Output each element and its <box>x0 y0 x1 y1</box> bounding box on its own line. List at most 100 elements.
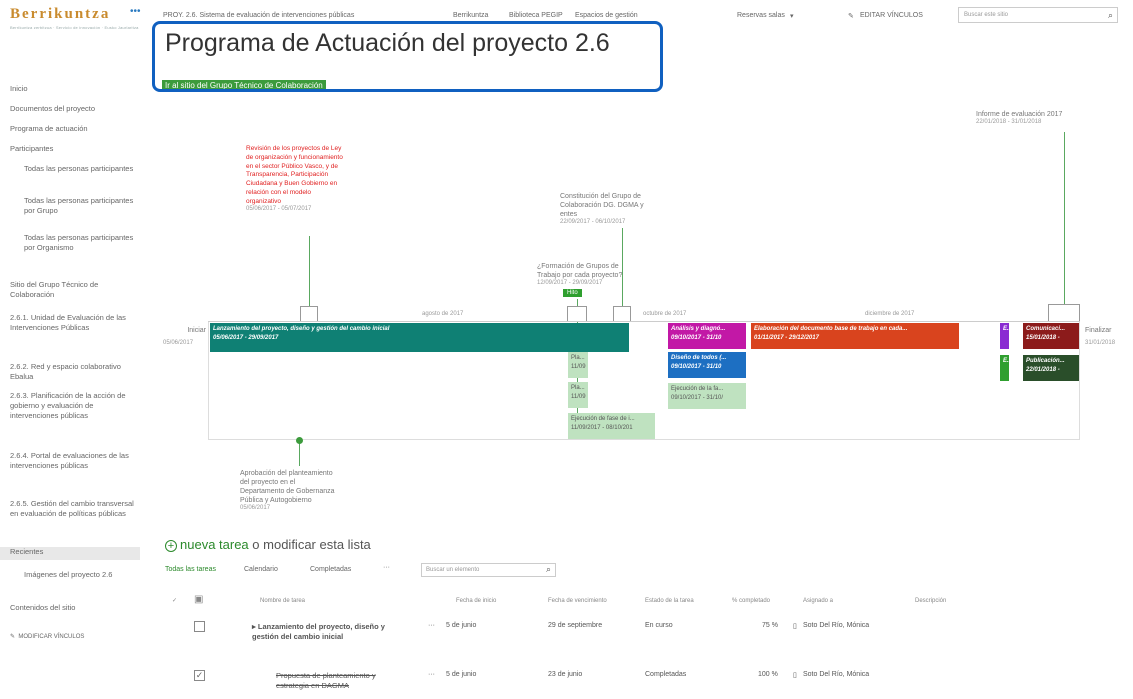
nav-sub-todas[interactable]: Todas las personas participantes <box>24 164 134 174</box>
row-checkbox-checked[interactable]: ✓ <box>194 670 205 681</box>
site-search-placeholder: Buscar este sitio <box>964 12 1009 18</box>
top-nav-item-project[interactable]: PROY. 2.6. Sistema de evaluación de inte… <box>163 12 354 19</box>
nav-item-261[interactable]: 2.6.1. Unidad de Evaluación de las Inter… <box>10 313 135 333</box>
edit-links-top[interactable]: EDITAR VÍNCULOS <box>860 12 923 19</box>
task-bar-diseno[interactable]: Diseño de todos (... 09/10/2017 - 31/10 <box>668 352 746 378</box>
chevron-down-icon[interactable]: ▾ <box>790 12 794 20</box>
task-bar-pla-1-date: 11/09 <box>571 363 586 370</box>
search-icon[interactable]: ⌕ <box>546 564 551 575</box>
logo-text: Berrikuntza <box>10 6 111 22</box>
task-bar-pla-2-date: 11/09 <box>571 393 586 400</box>
task-due: 29 de septiembre <box>548 622 603 629</box>
find-item-placeholder: Buscar un elemento <box>426 567 480 573</box>
callout-aprobacion[interactable]: Aprobación del planteamiento del proyect… <box>240 469 335 513</box>
top-nav-item-berrikuntza[interactable]: Berrikuntza <box>453 12 488 19</box>
month-diciembre: diciembre de 2017 <box>865 311 915 317</box>
callout-constitucion-title: Constitución del Grupo de Colaboración D… <box>560 193 644 219</box>
task-bar-pla-2[interactable]: Pla... 11/09 <box>568 382 588 408</box>
callout-informe[interactable]: Informe de evaluación 2017 22/01/2018 - … <box>976 110 1086 127</box>
callout-constitucion[interactable]: Constitución del Grupo de Colaboración D… <box>560 192 660 227</box>
hito-badge[interactable]: Hito <box>563 289 582 297</box>
task-bar-comunicacion[interactable]: Comunicaci... 15/01/2018 - <box>1023 323 1079 349</box>
task-pct: 100 % <box>758 671 778 678</box>
callout-informe-title: Informe de evaluación 2017 <box>976 111 1063 118</box>
presence-icon: ▯ <box>793 623 797 630</box>
callout-revision[interactable]: Revisión de los proyectos de Ley de orga… <box>246 145 346 212</box>
task-name[interactable]: ▸ Lanzamiento del proyecto, diseño y ges… <box>252 622 402 642</box>
timeline-start: Iniciar <box>178 326 206 335</box>
task-list-icon: ▣ <box>194 594 204 605</box>
task-bar-publicacion-date: 22/01/2018 - <box>1026 366 1060 373</box>
col-descripcion[interactable]: Descripción <box>915 598 946 604</box>
task-assigned[interactable]: Soto Del Río, Mónica <box>803 622 869 629</box>
top-nav-item-reservas[interactable]: Reservas salas <box>737 12 785 19</box>
task-start: 5 de junio <box>446 622 477 629</box>
site-logo[interactable]: Berrikuntza ••• Berrikuntza zerbitzua · … <box>10 6 150 40</box>
task-assigned[interactable]: Soto Del Río, Mónica <box>803 671 869 678</box>
task-bar-publicacion-title: Publicación... <box>1026 358 1065 364</box>
nav-item-264[interactable]: 2.6.4. Portal de evaluaciones de las int… <box>10 451 135 471</box>
col-nombre[interactable]: Nombre de tarea <box>260 598 305 604</box>
nav-sub-imagenes[interactable]: Imágenes del proyecto 2.6 <box>24 570 134 580</box>
callout-revision-date: 05/06/2017 - 05/07/2017 <box>246 206 312 213</box>
nav-item-262[interactable]: 2.6.2. Red y espacio colaborativo Ebalua <box>10 362 135 382</box>
task-bar-analisis-date: 09/10/2017 - 31/10 <box>671 334 722 341</box>
view-calendario[interactable]: Calendario <box>244 566 278 573</box>
nav-edit-links[interactable]: ✎ MODIFICAR VÍNCULOS <box>10 633 84 641</box>
task-status: En curso <box>645 622 673 629</box>
callout-informe-date: 22/01/2018 - 31/01/2018 <box>976 119 1042 126</box>
task-bar-analisis[interactable]: Análisis y diagnó... 09/10/2017 - 31/10 <box>668 323 746 349</box>
task-bar-elaboracion[interactable]: Elaboración del documento base de trabaj… <box>751 323 959 349</box>
search-icon[interactable]: ⌕ <box>1108 10 1113 21</box>
nav-item-grupo-tecnico[interactable]: Sitio del Grupo Técnico de Colaboración <box>10 280 135 300</box>
task-bar-lanzamiento[interactable]: Lanzamiento del proyecto, diseño y gesti… <box>210 323 629 352</box>
task-bar-ejecucion-b-title: Ejecución de fase de i... <box>571 416 635 422</box>
nav-item-263[interactable]: 2.6.3. Planificación de la acción de gob… <box>10 391 135 421</box>
col-estado[interactable]: Estado de la tarea <box>645 598 694 604</box>
month-agosto: agosto de 2017 <box>422 311 464 317</box>
nav-item-documentos[interactable]: Documentos del proyecto <box>10 104 95 114</box>
view-completadas[interactable]: Completadas <box>310 566 351 573</box>
task-bar-elaboracion-date: 01/11/2017 - 29/12/2017 <box>754 334 819 341</box>
select-all-check[interactable]: ✓ <box>172 597 177 604</box>
view-todas[interactable]: Todas las tareas <box>165 566 216 573</box>
task-bar-pla-1[interactable]: Pla... 11/09 <box>568 352 588 378</box>
row-checkbox[interactable] <box>194 621 205 632</box>
task-bar-e-green[interactable]: E... <box>1000 355 1009 381</box>
task-bar-ejecucion-a-date: 09/10/2017 - 31/10/ <box>671 394 724 401</box>
callout-formacion[interactable]: ¿Formación de Grupos de Trabajo por cada… <box>537 262 637 288</box>
col-pct[interactable]: % completado <box>732 598 770 604</box>
task-bar-e-purple[interactable]: E... <box>1000 323 1009 349</box>
top-nav-item-biblioteca[interactable]: Biblioteca PEGIP <box>509 12 563 19</box>
nav-sub-organismo[interactable]: Todas las personas participantes por Org… <box>24 233 134 253</box>
nav-item-inicio[interactable]: Inicio <box>10 84 28 94</box>
nav-item-programa[interactable]: Programa de actuación <box>10 124 88 134</box>
nav-item-265[interactable]: 2.6.5. Gestión del cambio transversal en… <box>10 499 135 519</box>
callout-constitucion-date: 22/09/2017 - 06/10/2017 <box>560 219 626 226</box>
task-name-text[interactable]: Propuesta de planteamiento y estrategia … <box>276 671 406 691</box>
nav-item-participantes[interactable]: Participantes <box>10 144 53 154</box>
col-vencimiento[interactable]: Fecha de vencimiento <box>548 598 607 604</box>
task-bar-comunicacion-title: Comunicaci... <box>1026 326 1066 332</box>
site-search-input[interactable]: Buscar este sitio ⌕ <box>958 7 1118 23</box>
view-more[interactable]: ··· <box>383 564 390 571</box>
nav-item-contenidos[interactable]: Contenidos del sitio <box>10 603 75 613</box>
col-inicio[interactable]: Fecha de inicio <box>456 598 496 604</box>
new-task-link[interactable]: + nueva tarea o modificar esta lista <box>165 537 371 552</box>
row-menu[interactable]: ··· <box>428 671 435 678</box>
task-bar-publicacion[interactable]: Publicación... 22/01/2018 - <box>1023 355 1079 381</box>
find-item-input[interactable]: Buscar un elemento ⌕ <box>421 563 556 577</box>
callout-formacion-title: ¿Formación de Grupos de Trabajo por cada… <box>537 263 623 280</box>
month-octubre: octubre de 2017 <box>643 311 687 317</box>
milestone-dot[interactable] <box>296 437 303 444</box>
task-bar-ejecucion-a[interactable]: Ejecución de la fa... 09/10/2017 - 31/10… <box>668 383 746 409</box>
row-menu[interactable]: ··· <box>428 622 435 629</box>
top-nav-item-espacios[interactable]: Espacios de gestión <box>575 12 638 19</box>
col-asignado[interactable]: Asignado a <box>803 598 833 604</box>
nav-sub-grupo[interactable]: Todas las personas participantes por Gru… <box>24 196 134 216</box>
nav-item-recientes[interactable]: Recientes <box>0 547 140 560</box>
callout-constitucion-box <box>613 306 631 322</box>
callout-aprobacion-date: 05/06/2017 <box>240 505 271 512</box>
task-bar-ejecucion-b[interactable]: Ejecución de fase de i... 11/09/2017 - 0… <box>568 413 655 439</box>
callout-aprobacion-text: Aprobación del planteamiento del proyect… <box>240 470 335 505</box>
